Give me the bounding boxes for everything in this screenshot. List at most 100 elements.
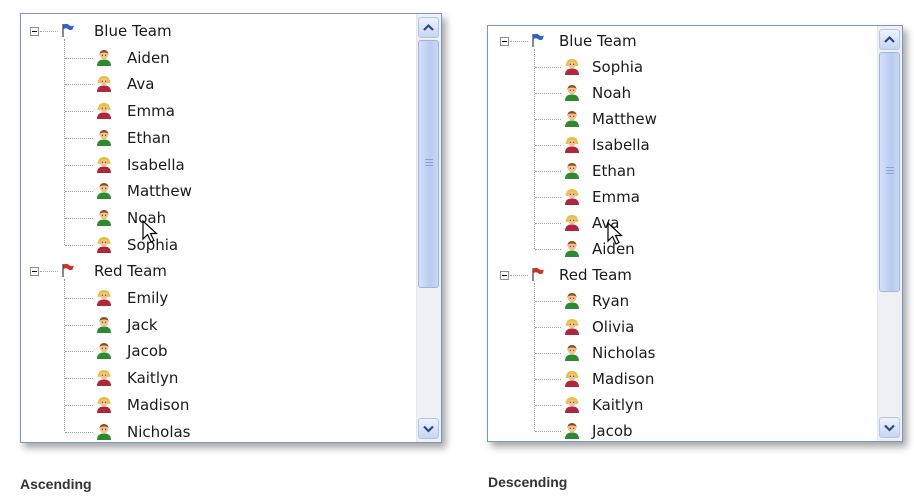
tree-connector bbox=[65, 378, 93, 380]
tree-connector bbox=[535, 67, 561, 68]
collapse-toggle[interactable] bbox=[500, 36, 509, 46]
scroll-up-button[interactable] bbox=[418, 17, 439, 38]
tree-connector bbox=[535, 431, 561, 432]
scrollbar-thumb[interactable] bbox=[418, 40, 439, 288]
chevron-up-icon bbox=[884, 35, 895, 43]
male-user-icon bbox=[565, 345, 579, 361]
tree-guide-line bbox=[64, 279, 65, 432]
tree-view-ascending[interactable]: Blue Team Aiden Ava Emma Ethan Isabella … bbox=[20, 13, 442, 443]
tree-connector bbox=[65, 431, 93, 433]
female-user-icon bbox=[97, 396, 111, 413]
member-label: Isabella bbox=[127, 155, 185, 174]
member-label: Emma bbox=[127, 102, 175, 121]
tree-connector bbox=[65, 164, 93, 166]
male-user-icon bbox=[97, 343, 111, 360]
group-label: Blue Team bbox=[559, 32, 637, 50]
scroll-down-button[interactable] bbox=[879, 417, 900, 438]
tree-connector bbox=[535, 249, 561, 250]
collapse-toggle[interactable] bbox=[30, 26, 39, 36]
red-flag-icon bbox=[62, 264, 74, 278]
member-label: Matthew bbox=[127, 182, 192, 201]
blue-flag-icon bbox=[532, 33, 544, 47]
grip-line bbox=[425, 162, 433, 163]
group-label: Red Team bbox=[94, 262, 167, 281]
blue-flag-icon bbox=[62, 23, 74, 37]
male-user-icon bbox=[97, 183, 111, 200]
tree-guide-line bbox=[534, 49, 535, 249]
member-label: Kaitlyn bbox=[592, 396, 644, 414]
scroll-up-button[interactable] bbox=[879, 29, 900, 50]
tree-connector bbox=[65, 84, 93, 86]
member-label: Madison bbox=[592, 370, 655, 388]
chevron-up-icon bbox=[423, 23, 434, 31]
female-user-icon bbox=[97, 290, 111, 306]
vertical-scrollbar[interactable] bbox=[416, 14, 441, 442]
collapse-toggle[interactable] bbox=[30, 266, 39, 276]
grip-line bbox=[425, 165, 433, 166]
male-user-icon bbox=[565, 111, 579, 127]
member-label: Ava bbox=[127, 75, 155, 94]
male-user-icon bbox=[565, 163, 579, 179]
tree-guide-line bbox=[534, 283, 535, 431]
female-user-icon bbox=[97, 76, 111, 93]
member-label: Nicholas bbox=[592, 344, 656, 362]
tree-connector bbox=[535, 93, 561, 94]
male-user-icon bbox=[97, 423, 111, 440]
male-user-icon bbox=[565, 423, 579, 439]
female-user-icon bbox=[565, 189, 579, 205]
member-label: Ethan bbox=[127, 128, 171, 147]
male-user-icon bbox=[565, 241, 579, 257]
vertical-scrollbar[interactable] bbox=[877, 26, 902, 441]
member-label: Isabella bbox=[592, 136, 650, 154]
red-flag-icon bbox=[532, 267, 544, 281]
caption-ascending: Ascending bbox=[20, 476, 92, 492]
tree-connector bbox=[65, 351, 93, 353]
caption-descending: Descending bbox=[488, 474, 568, 490]
mouse-cursor-icon bbox=[607, 222, 624, 245]
tree-connector bbox=[65, 298, 93, 299]
tree-connector bbox=[65, 137, 93, 139]
female-user-icon bbox=[565, 319, 579, 335]
tree-connector bbox=[535, 353, 561, 354]
male-user-icon bbox=[97, 316, 111, 333]
tree-connector bbox=[40, 31, 58, 32]
member-label: Sophia bbox=[592, 58, 644, 76]
tree-connector bbox=[65, 57, 93, 59]
tree-connector bbox=[535, 327, 561, 328]
group-label: Blue Team bbox=[94, 22, 172, 40]
tree-connector bbox=[65, 111, 93, 113]
member-label: Emma bbox=[592, 188, 640, 206]
member-label: Aiden bbox=[127, 48, 170, 67]
scrollbar-thumb[interactable] bbox=[879, 52, 900, 292]
member-label: Jacob bbox=[592, 422, 633, 440]
tree-view-descending[interactable]: Blue Team Sophia Noah Matthew Isabella E… bbox=[487, 25, 903, 442]
scroll-down-button[interactable] bbox=[418, 418, 439, 439]
tree-connector bbox=[65, 217, 93, 219]
tree-connector bbox=[510, 275, 528, 276]
male-user-icon bbox=[565, 85, 579, 101]
female-user-icon bbox=[565, 215, 579, 231]
male-user-icon bbox=[97, 129, 111, 146]
member-label: Emily bbox=[127, 289, 169, 307]
female-user-icon bbox=[97, 370, 111, 387]
tree-connector bbox=[535, 145, 561, 146]
tree-connector bbox=[535, 223, 561, 224]
tree-guide-line bbox=[64, 39, 65, 245]
grip-line bbox=[886, 173, 894, 174]
member-label: Ryan bbox=[592, 292, 630, 310]
male-user-icon bbox=[97, 49, 111, 66]
chevron-down-icon bbox=[884, 424, 895, 432]
collapse-toggle[interactable] bbox=[500, 270, 509, 280]
female-user-icon bbox=[565, 371, 579, 387]
tree-connector bbox=[510, 41, 528, 42]
member-label: Jacob bbox=[127, 342, 168, 361]
tree-connector bbox=[535, 171, 561, 172]
female-user-icon bbox=[565, 397, 579, 413]
member-label: Jack bbox=[127, 315, 158, 334]
chevron-down-icon bbox=[423, 425, 434, 433]
member-label: Madison bbox=[127, 395, 190, 414]
tree-connector bbox=[65, 324, 93, 326]
female-user-icon bbox=[97, 103, 111, 120]
member-label: Ethan bbox=[592, 162, 636, 180]
female-user-icon bbox=[565, 59, 579, 75]
